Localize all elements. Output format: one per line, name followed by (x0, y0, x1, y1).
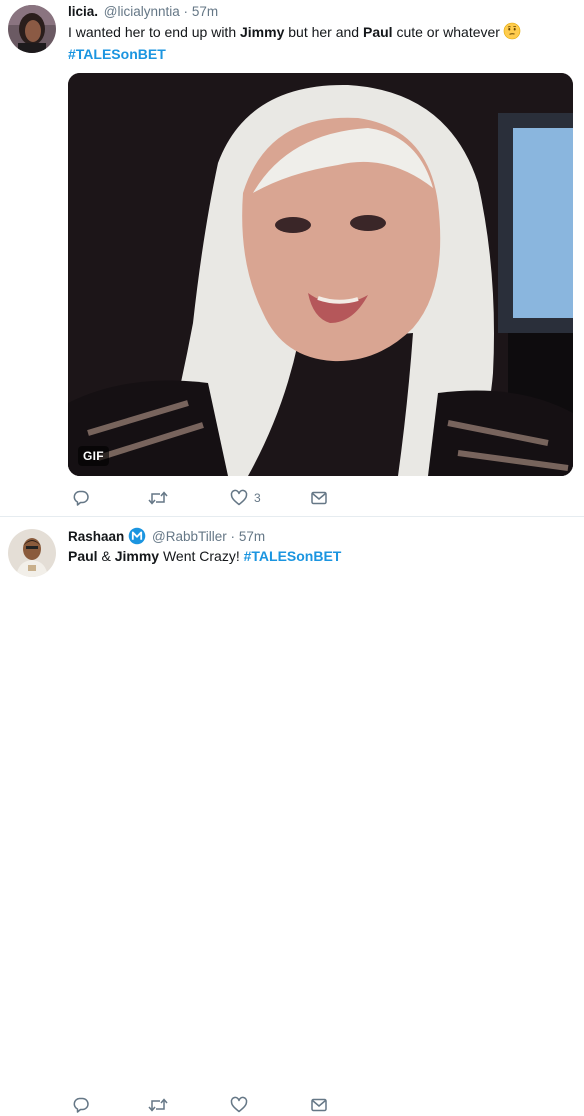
direct-message-button[interactable] (310, 487, 328, 509)
separator: · (183, 4, 189, 19)
like-button[interactable] (230, 1094, 254, 1116)
display-name[interactable]: licia. (68, 4, 98, 19)
reply-button[interactable] (72, 1094, 96, 1116)
hashtag-link[interactable]: #TALESonBET (244, 548, 342, 564)
envelope-icon (310, 489, 328, 507)
avatar[interactable] (8, 5, 56, 53)
tweet-text: Paul & Jimmy Went Crazy! #TALESonBET (68, 547, 341, 566)
separator: · (230, 529, 236, 544)
mention-text: Jimmy (114, 548, 160, 564)
text-part: Went Crazy! (159, 548, 244, 564)
like-count: 3 (254, 491, 261, 505)
heart-icon (230, 1096, 248, 1114)
thinking-face-emoji-icon (503, 22, 521, 45)
reply-icon (72, 489, 90, 507)
retweet-button[interactable] (148, 487, 174, 509)
tweet[interactable]: licia. @licialynntia · 57m I wanted her … (0, 0, 584, 517)
mention-text: Jimmy (240, 24, 285, 40)
reply-icon (72, 1096, 90, 1114)
tweet-actions (68, 1094, 398, 1116)
tweet-actions: 3 (68, 487, 398, 509)
direct-message-button[interactable] (310, 1094, 328, 1116)
mention-text: Paul (68, 548, 98, 564)
retweet-icon (148, 489, 168, 507)
text-part: I wanted her to end up with (68, 24, 240, 40)
mention-text: Paul (362, 24, 393, 40)
retweet-icon (148, 1096, 168, 1114)
retweet-button[interactable] (148, 1094, 174, 1116)
text-part: cute or whatever (392, 24, 500, 40)
text-part: but her and (284, 24, 363, 40)
timestamp[interactable]: 57m (239, 529, 265, 544)
gif-badge: GIF (78, 446, 109, 466)
tweet[interactable]: Rashaan @RabbTiller · 57m Paul & Jimmy W… (0, 517, 584, 1113)
like-button[interactable]: 3 (230, 487, 261, 509)
display-name[interactable]: Rashaan (68, 529, 124, 544)
avatar[interactable] (8, 529, 56, 577)
tweet-text: I wanted her to end up with Jimmy but he… (68, 22, 521, 64)
text-part: & (97, 548, 115, 564)
user-handle[interactable]: @licialynntia (104, 4, 180, 19)
heart-icon (230, 489, 248, 507)
envelope-icon (310, 1096, 328, 1114)
reply-button[interactable] (72, 487, 96, 509)
user-handle[interactable]: @RabbTiller (152, 529, 227, 544)
timestamp[interactable]: 57m (192, 4, 218, 19)
tweet-header: licia. @licialynntia · 57m (68, 3, 218, 21)
gif-media[interactable]: GIF (68, 73, 573, 476)
hashtag-link[interactable]: #TALESonBET (68, 46, 166, 62)
